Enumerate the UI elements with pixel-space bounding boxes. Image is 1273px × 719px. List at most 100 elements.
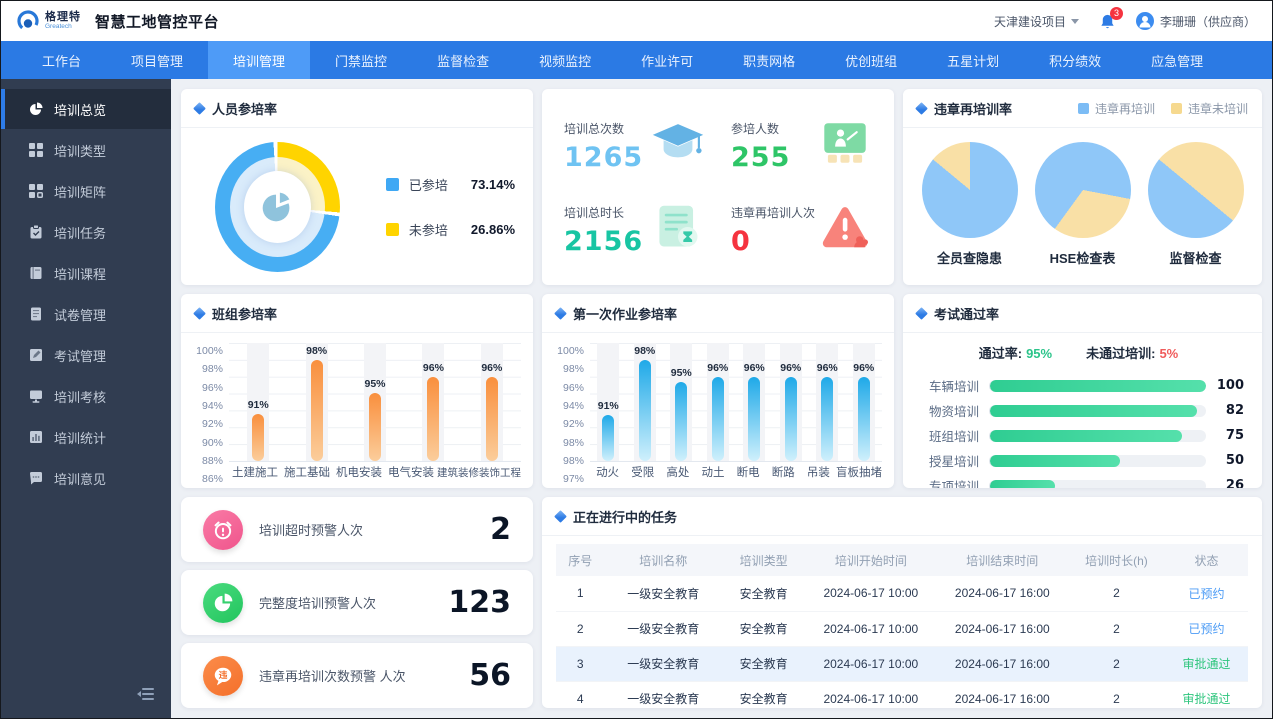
sidebar-item-5[interactable]: 试卷管理 bbox=[1, 294, 171, 334]
table-cell: 2 bbox=[1068, 611, 1165, 646]
sidebar-item-3[interactable]: 培训任务 bbox=[1, 212, 171, 252]
sidebar-item-0[interactable]: 培训总览 bbox=[1, 89, 171, 129]
bar-category: 断电 bbox=[731, 464, 766, 480]
project-selector[interactable]: 天津建设项目 bbox=[994, 13, 1079, 30]
table-cell: 2024-06-17 16:00 bbox=[937, 646, 1068, 681]
bar-column-6: 96% bbox=[809, 343, 846, 461]
bar-value: 95% bbox=[671, 367, 692, 379]
retrain-legend-0: 违章再培训 bbox=[1078, 100, 1155, 117]
bar-column-0: 91% bbox=[229, 343, 287, 461]
dashboard-content: 人员参培率 已参培73.14%未参培26.86% bbox=[171, 79, 1272, 718]
panel-participation: 人员参培率 已参培73.14%未参培26.86% bbox=[181, 89, 533, 285]
bar-value: 91% bbox=[598, 400, 619, 412]
exam-row-3: 授星培训50 bbox=[913, 451, 1244, 470]
user-menu[interactable]: 李珊珊（供应商） bbox=[1136, 12, 1256, 30]
nav-tab-2[interactable]: 培训管理 bbox=[208, 41, 310, 79]
participation-donut-center bbox=[244, 171, 311, 243]
table-cell: 一级安全教育 bbox=[604, 576, 722, 611]
sidebar-item-9[interactable]: 培训意见 bbox=[1, 458, 171, 498]
stat-text: 违章再培训人次0 bbox=[731, 204, 815, 255]
table-header-cell: 培训类型 bbox=[722, 544, 805, 576]
warning-card-1: 完整度培训预警人次123 bbox=[181, 570, 533, 635]
table-row-2[interactable]: 3一级安全教育安全教育2024-06-17 10:002024-06-17 16… bbox=[556, 646, 1248, 681]
exam-bars: 车辆培训100物资培训82班组培训75授星培训50专项培训26第一次作业26 bbox=[913, 370, 1244, 488]
nav-tab-3[interactable]: 门禁监控 bbox=[310, 41, 412, 79]
exam-icon bbox=[29, 348, 43, 362]
exam-row-value: 50 bbox=[1206, 453, 1244, 468]
nav-tab-9[interactable]: 五星计划 bbox=[922, 41, 1024, 79]
matrix-icon bbox=[29, 184, 43, 198]
stat-3: 违章再培训人次0 bbox=[731, 187, 872, 271]
status-badge[interactable]: 已预约 bbox=[1165, 576, 1248, 611]
nav-tab-5[interactable]: 视频监控 bbox=[514, 41, 616, 79]
nav-tab-11[interactable]: 应急管理 bbox=[1126, 41, 1228, 79]
feedback-icon bbox=[29, 471, 43, 485]
pie-figure-0: 全员查隐患 bbox=[922, 142, 1018, 267]
retrain-pies: 全员查隐患HSE检查表监督检查 bbox=[903, 128, 1262, 285]
nav-tab-6[interactable]: 作业许可 bbox=[616, 41, 718, 79]
table-cell: 一级安全教育 bbox=[604, 681, 722, 708]
status-badge[interactable]: 审批通过 bbox=[1165, 681, 1248, 708]
stat-text: 培训总次数1265 bbox=[564, 120, 643, 171]
table-cell: 2 bbox=[1068, 576, 1165, 611]
status-badge[interactable]: 审批通过 bbox=[1165, 646, 1248, 681]
table-row-3[interactable]: 4一级安全教育安全教育2024-06-17 10:002024-06-17 16… bbox=[556, 681, 1248, 708]
course-icon bbox=[29, 266, 43, 280]
table-row-1[interactable]: 2一级安全教育安全教育2024-06-17 10:002024-06-17 16… bbox=[556, 611, 1248, 646]
sidebar-collapse-button[interactable] bbox=[137, 687, 155, 706]
nav-tab-10[interactable]: 积分绩效 bbox=[1024, 41, 1126, 79]
stat-label: 培训总次数 bbox=[564, 120, 643, 137]
bar-value: 96% bbox=[853, 362, 874, 374]
bar-column-2: 95% bbox=[346, 343, 404, 461]
pie-icon bbox=[203, 583, 243, 623]
stat-0: 培训总次数1265 bbox=[564, 103, 705, 187]
title-diamond-icon bbox=[554, 307, 567, 320]
firstjob-bar-chart: 100%98%96%94%92%98%98%97%91%98%95%96%96%… bbox=[542, 333, 894, 488]
stat-label: 培训总时长 bbox=[564, 204, 643, 221]
exam-bar-fill bbox=[990, 380, 1206, 392]
sidebar-item-label: 培训类型 bbox=[54, 141, 106, 160]
nav-tab-1[interactable]: 项目管理 bbox=[106, 41, 208, 79]
bar-value: 95% bbox=[365, 378, 386, 390]
status-badge[interactable]: 已预约 bbox=[1165, 611, 1248, 646]
pie-chart-1 bbox=[1035, 142, 1131, 238]
bar-category: 断路 bbox=[766, 464, 801, 480]
notification-bell[interactable]: 3 bbox=[1099, 13, 1116, 30]
sidebar-item-7[interactable]: 培训考核 bbox=[1, 376, 171, 416]
table-cell: 一级安全教育 bbox=[604, 646, 722, 681]
table-row-0[interactable]: 1一级安全教育安全教育2024-06-17 10:002024-06-17 16… bbox=[556, 576, 1248, 611]
pie-label: 全员查隐患 bbox=[937, 248, 1002, 267]
warning-triangle-icon bbox=[818, 204, 872, 255]
nav-tab-4[interactable]: 监督检查 bbox=[412, 41, 514, 79]
legend-value: 26.86% bbox=[471, 222, 515, 237]
nav-tab-7[interactable]: 职责网格 bbox=[718, 41, 820, 79]
bar-value: 96% bbox=[707, 362, 728, 374]
plot-area: 91%98%95%96%96%96%96%96%动火受限高处动土断电断路吊装盲板… bbox=[590, 343, 882, 482]
chevron-down-icon bbox=[1071, 19, 1079, 24]
warning-value: 2 bbox=[490, 512, 511, 547]
bar-fill bbox=[712, 377, 724, 461]
table-cell: 2024-06-17 10:00 bbox=[805, 646, 936, 681]
legend-swatch bbox=[386, 178, 399, 191]
bar-fill bbox=[748, 377, 760, 461]
panel-team-chart: 班组参培率 100%98%96%94%92%90%88%86%91%98%95%… bbox=[181, 294, 533, 488]
table-cell: 安全教育 bbox=[722, 646, 805, 681]
bar-value: 96% bbox=[744, 362, 765, 374]
bar-value: 98% bbox=[634, 345, 655, 357]
warning-label: 违章再培训次数预警 人次 bbox=[259, 666, 406, 685]
sidebar-item-6[interactable]: 考试管理 bbox=[1, 335, 171, 375]
top-header: 格理特 Greatech 智慧工地管控平台 天津建设项目 3 bbox=[1, 1, 1272, 41]
sidebar-item-4[interactable]: 培训课程 bbox=[1, 253, 171, 293]
exam-row-value: 75 bbox=[1206, 428, 1244, 443]
nav-tab-0[interactable]: 工作台 bbox=[17, 41, 106, 79]
stat-value: 0 bbox=[731, 228, 815, 255]
legend-item-1: 未参培26.86% bbox=[386, 220, 515, 239]
sidebar-item-8[interactable]: 培训统计 bbox=[1, 417, 171, 457]
sidebar-item-1[interactable]: 培训类型 bbox=[1, 130, 171, 170]
legend-item-0: 已参培73.14% bbox=[386, 175, 515, 194]
title-diamond-icon bbox=[915, 102, 928, 115]
nav-tab-8[interactable]: 优创班组 bbox=[820, 41, 922, 79]
title-diamond-icon bbox=[554, 510, 567, 523]
table-header-cell: 培训时长(h) bbox=[1068, 544, 1165, 576]
sidebar-item-2[interactable]: 培训矩阵 bbox=[1, 171, 171, 211]
